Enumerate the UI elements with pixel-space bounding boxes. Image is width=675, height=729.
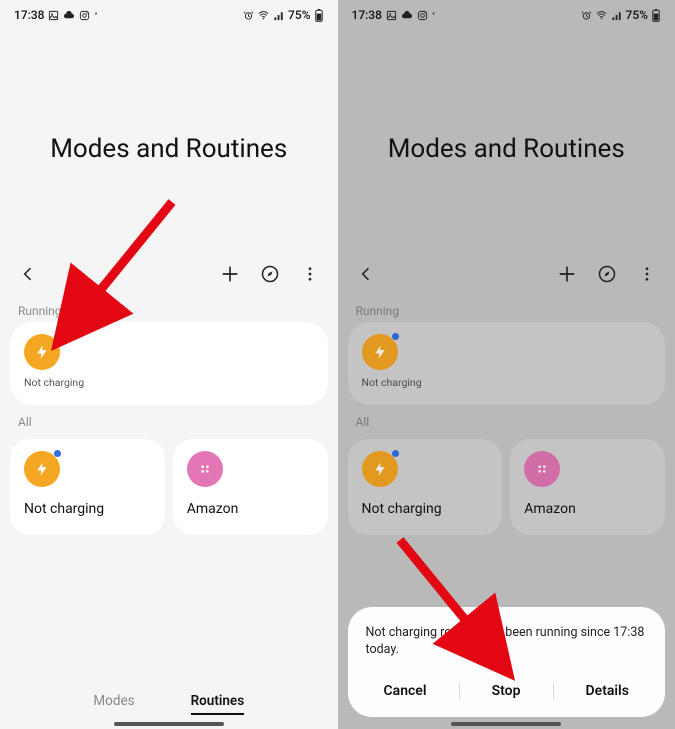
wifi-icon — [257, 10, 270, 21]
cloud-icon — [401, 10, 413, 21]
routine-name: Amazon — [187, 501, 314, 517]
status-battery-pct: 75% — [626, 8, 648, 22]
toolbar — [338, 254, 675, 294]
status-time: 17:38 — [352, 8, 382, 22]
grid-dots-icon — [524, 451, 560, 487]
gallery-icon — [48, 10, 59, 21]
more-button[interactable] — [635, 262, 659, 286]
bolt-icon — [24, 334, 60, 370]
more-button[interactable] — [298, 262, 322, 286]
tab-modes[interactable]: Modes — [93, 693, 134, 715]
routine-name: Not charging — [362, 501, 489, 517]
signal-icon — [273, 10, 285, 21]
discover-button[interactable] — [595, 262, 619, 286]
bolt-icon — [362, 451, 398, 487]
cancel-button[interactable]: Cancel — [380, 677, 431, 705]
running-routine-name: Not charging — [24, 376, 84, 389]
section-running-label: Running — [0, 294, 338, 322]
routine-card[interactable]: Not charging — [348, 439, 503, 535]
back-button[interactable] — [16, 262, 40, 286]
running-routine-name: Not charging — [362, 376, 422, 389]
wifi-icon — [595, 10, 608, 21]
running-routine-card[interactable]: Not charging — [348, 322, 666, 405]
page-title: Modes and Routines — [0, 134, 338, 164]
page-title: Modes and Routines — [338, 134, 675, 164]
status-dot: • — [432, 10, 435, 20]
divider — [553, 682, 554, 700]
running-routine-card[interactable]: Not charging — [10, 322, 328, 405]
battery-icon — [651, 9, 661, 22]
section-all-label: All — [338, 405, 675, 433]
gallery-icon — [386, 10, 397, 21]
bottom-tabs: Modes Routines — [0, 693, 338, 715]
active-dot-icon — [54, 450, 61, 457]
status-time: 17:38 — [14, 8, 44, 22]
routine-name: Not charging — [24, 501, 151, 517]
section-running-label: Running — [338, 294, 675, 322]
section-all-label: All — [0, 405, 338, 433]
bolt-icon — [362, 334, 398, 370]
stop-button[interactable]: Stop — [488, 677, 525, 705]
toolbar — [0, 254, 338, 294]
screenshot-right: 17:38 • 75% Modes and Routines — [338, 0, 675, 729]
status-dot: • — [94, 10, 97, 20]
routine-card[interactable]: Not charging — [10, 439, 165, 535]
tab-routines[interactable]: Routines — [191, 693, 245, 715]
active-dot-icon — [392, 450, 399, 457]
routine-name: Amazon — [524, 501, 651, 517]
details-button[interactable]: Details — [582, 677, 633, 705]
signal-icon — [611, 10, 623, 21]
running-routine-sheet: Not charging routine has been running si… — [348, 607, 666, 717]
routines-grid: Not charging Amazon — [338, 433, 675, 535]
grid-dots-icon — [187, 451, 223, 487]
instagram-icon — [79, 10, 90, 21]
battery-icon — [314, 9, 324, 22]
discover-button[interactable] — [258, 262, 282, 286]
back-button[interactable] — [354, 262, 378, 286]
add-button[interactable] — [218, 262, 242, 286]
routines-grid: Not charging Amazon — [0, 433, 338, 535]
alarm-icon — [243, 10, 254, 21]
cloud-icon — [63, 10, 75, 21]
divider — [459, 682, 460, 700]
routine-card[interactable]: Amazon — [510, 439, 665, 535]
status-battery-pct: 75% — [288, 8, 310, 22]
routine-card[interactable]: Amazon — [173, 439, 328, 535]
add-button[interactable] — [555, 262, 579, 286]
bolt-icon — [24, 451, 60, 487]
active-dot-icon — [392, 333, 399, 340]
sheet-actions: Cancel Stop Details — [366, 677, 648, 705]
alarm-icon — [581, 10, 592, 21]
gesture-bar[interactable] — [114, 722, 224, 726]
sheet-message: Not charging routine has been running si… — [366, 625, 648, 659]
status-bar: 17:38 • 75% — [338, 0, 675, 26]
screenshot-left: 17:38 • 75% Modes and Routines — [0, 0, 338, 729]
active-dot-icon — [54, 333, 61, 340]
instagram-icon — [417, 10, 428, 21]
status-bar: 17:38 • 75% — [0, 0, 338, 26]
gesture-bar[interactable] — [451, 722, 561, 726]
